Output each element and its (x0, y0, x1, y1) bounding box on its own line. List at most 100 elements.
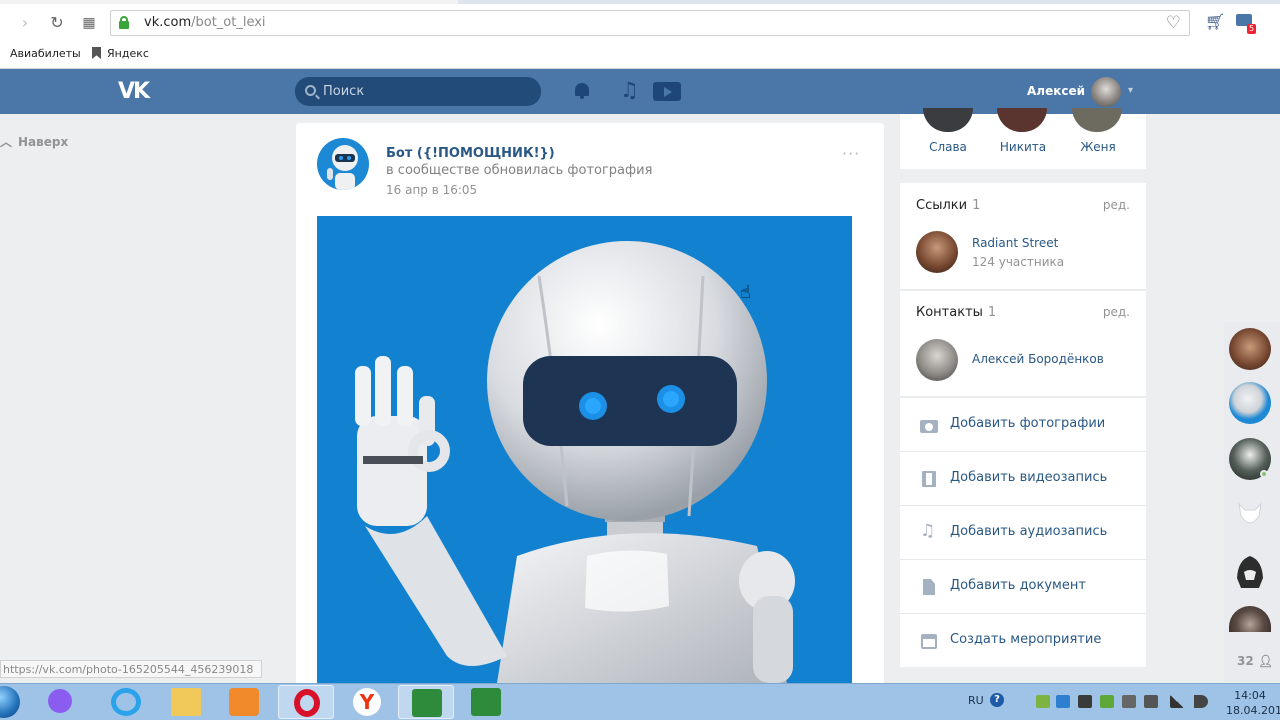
lock-icon (119, 16, 129, 29)
taskbar-app-microphone[interactable] (32, 685, 88, 719)
tabs-grid-icon[interactable]: ▦ (78, 12, 100, 34)
link-title[interactable]: Radiant Street (972, 236, 1058, 250)
friend-avatar[interactable] (997, 108, 1047, 132)
scroll-to-top-link[interactable]: ︿ Наверх (0, 133, 68, 150)
active-tab[interactable] (458, 0, 1280, 4)
taskbar-app-camtasia[interactable] (398, 685, 454, 719)
friend-name[interactable]: Слава (913, 140, 983, 154)
create-event-button[interactable]: Создать мероприятие (900, 614, 1146, 668)
document-icon (920, 579, 938, 595)
link-avatar[interactable] (916, 231, 958, 273)
yandex-browser-icon: Y (353, 688, 381, 716)
chat-sidebar: 32 👤︎ (1224, 322, 1280, 682)
bookmarks-bar: Авиабилеты Яндекс (0, 43, 1280, 65)
taskbar-app-explorer[interactable] (158, 685, 214, 719)
tray-app-icon[interactable] (1078, 695, 1092, 708)
bookmark-heart-icon[interactable]: ♡ (1166, 13, 1181, 33)
taskbar-app-ie[interactable] (98, 685, 154, 719)
search-input[interactable] (323, 77, 533, 106)
add-document-button[interactable]: Добавить документ (900, 560, 1146, 614)
post-author-link[interactable]: Бот ({!ПОМОЩНИК!}) (386, 146, 555, 161)
friend-name[interactable]: Никита (988, 140, 1058, 154)
media-player-icon (229, 688, 259, 716)
add-photos-button[interactable]: Добавить фотографии (900, 398, 1146, 452)
friend-avatar[interactable] (923, 108, 973, 132)
windows-taskbar: Y RU ? 14:0418.04.2018 (0, 683, 1280, 720)
robot-illustration (355, 241, 795, 683)
taskbar-app-opera[interactable] (278, 685, 334, 719)
tab-strip (0, 0, 1280, 4)
add-audio-button[interactable]: ♫ Добавить аудиозапись (900, 506, 1146, 560)
friend-name[interactable]: Женя (1063, 140, 1133, 154)
address-bar[interactable]: vk.com/bot_ot_lexi ♡ (110, 10, 1190, 36)
camera-icon (920, 417, 938, 433)
chat-avatar[interactable] (1229, 606, 1271, 632)
post-author-avatar[interactable] (317, 138, 369, 190)
system-tray: RU ? 14:0418.04.2018 (960, 684, 1280, 720)
video-play-icon[interactable] (653, 82, 681, 101)
post-date[interactable]: 16 апр в 16:05 (386, 183, 477, 197)
contacts-edit-link[interactable]: ред. (1103, 305, 1130, 319)
contact-avatar[interactable] (916, 339, 958, 381)
help-icon[interactable]: ? (990, 693, 1004, 707)
friend-avatar[interactable] (1072, 108, 1122, 132)
chat-avatar[interactable] (1229, 328, 1271, 370)
links-title[interactable]: Ссылки 1 (916, 198, 980, 213)
online-friends-count[interactable]: 32 👤︎ (1237, 654, 1273, 668)
film-icon (920, 471, 938, 487)
url-text[interactable]: vk.com/bot_ot_lexi (144, 15, 266, 30)
volume-icon[interactable] (1194, 695, 1208, 708)
notifications-bell-icon[interactable] (573, 81, 591, 101)
camtasia-icon (412, 689, 442, 717)
search-box[interactable] (295, 77, 541, 106)
links-card: Ссылки 1 ред. Radiant Street 124 участник… (900, 183, 1146, 290)
chat-avatar[interactable] (1229, 382, 1271, 424)
vk-logo[interactable]: VK (118, 79, 150, 104)
tray-app-icon[interactable] (1056, 695, 1070, 708)
folder-icon (171, 688, 201, 716)
contacts-card: Контакты 1 ред. Алексей Бородёнков (900, 291, 1146, 397)
system-clock[interactable]: 14:0418.04.2018 (1226, 688, 1280, 718)
opera-icon (294, 689, 320, 717)
post-action-text: в сообществе обновилась фотография (386, 163, 653, 178)
chevron-down-icon[interactable]: ▾ (1128, 85, 1133, 96)
user-icon: 👤︎ (1257, 654, 1274, 668)
cart-icon[interactable]: 🛒︎ (1205, 12, 1225, 31)
wall-post: Бот ({!ПОМОЩНИК!}) в сообществе обновила… (296, 123, 884, 683)
nvidia-icon[interactable] (1100, 695, 1114, 708)
tray-app-icon[interactable] (1122, 695, 1136, 708)
add-video-button[interactable]: Добавить видеозапись (900, 452, 1146, 506)
friends-card: Слава Никита Женя (900, 108, 1146, 169)
camtasia-icon (471, 688, 501, 716)
bookmark-yandex[interactable]: Яндекс (92, 47, 149, 60)
tray-app-icon[interactable] (1036, 695, 1050, 708)
user-name[interactable]: Алексей (1027, 84, 1085, 98)
user-avatar[interactable] (1091, 77, 1121, 107)
hood-icon (1237, 556, 1263, 588)
reload-icon[interactable]: ↻ (46, 12, 68, 34)
mail-badge: 5 (1247, 24, 1257, 34)
tray-app-icon[interactable] (1144, 695, 1158, 708)
post-more-icon[interactable]: ··· (842, 144, 860, 163)
forward-icon[interactable]: › (14, 12, 36, 34)
microphone-icon (48, 689, 72, 713)
language-indicator[interactable]: RU (968, 694, 984, 707)
status-bar-url: https://vk.com/photo-165205544_456239018 (0, 660, 263, 678)
music-icon[interactable]: ♫ (620, 78, 639, 102)
bookmark-icon (92, 47, 101, 59)
chat-avatar[interactable] (1229, 494, 1271, 536)
online-indicator (1260, 470, 1268, 478)
start-button[interactable] (0, 686, 20, 718)
chat-avatar[interactable] (1229, 550, 1271, 592)
contacts-title[interactable]: Контакты 1 (916, 305, 996, 320)
links-edit-link[interactable]: ред. (1103, 198, 1130, 212)
post-photo[interactable] (317, 216, 852, 683)
contact-name[interactable]: Алексей Бородёнков (972, 352, 1104, 366)
bookmark-aviabilety[interactable]: Авиабилеты (10, 47, 81, 60)
hand-cursor-icon: ☝ (740, 282, 751, 303)
taskbar-app-yandex[interactable]: Y (338, 685, 394, 719)
taskbar-app-camtasia-2[interactable] (458, 685, 514, 719)
chevron-up-icon: ︿ (0, 135, 13, 149)
network-signal-icon[interactable] (1170, 695, 1184, 708)
taskbar-app-media[interactable] (216, 685, 272, 719)
